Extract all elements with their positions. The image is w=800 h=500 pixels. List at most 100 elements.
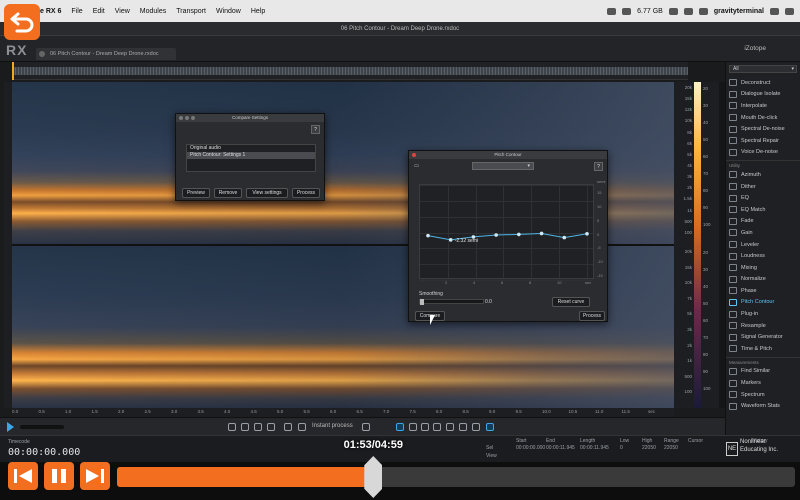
preview-button[interactable]: Preview — [182, 188, 210, 198]
pitch-curve-node[interactable] — [585, 231, 589, 236]
module-interpolate[interactable]: Interpolate — [726, 100, 800, 112]
menu-app-name[interactable]: e RX 6 — [40, 8, 61, 15]
module-find-similar[interactable]: Find Similar — [726, 366, 800, 378]
module-phase[interactable]: Phase — [726, 285, 800, 297]
module-plug-in[interactable]: Plug-in — [726, 308, 800, 320]
menu-view[interactable]: View — [115, 8, 130, 15]
time-frequency-selection-icon[interactable] — [421, 423, 429, 431]
frequency-selection-icon[interactable] — [409, 423, 417, 431]
menu-list-icon[interactable] — [785, 7, 794, 15]
module-voice-de-noise[interactable]: Voice De-noise — [726, 147, 800, 159]
module-signal-generator[interactable]: Signal Generator — [726, 331, 800, 343]
timecode-display[interactable]: 00:00:00.000 — [8, 447, 80, 458]
module-loudness[interactable]: Loudness — [726, 250, 800, 262]
module-filter-select[interactable]: All — [729, 65, 797, 73]
module-waveform-stats[interactable]: Waveform Stats — [726, 400, 800, 412]
menu-transport[interactable]: Transport — [176, 8, 206, 15]
horizontal-zoom-slider[interactable] — [20, 425, 64, 429]
play-icon[interactable] — [7, 422, 14, 432]
compare-help-button[interactable]: ? — [311, 125, 320, 134]
module-azimuth[interactable]: Azimuth — [726, 169, 800, 181]
module-markers[interactable]: Markers — [726, 377, 800, 389]
minimize-window-icon[interactable] — [185, 116, 189, 120]
magic-wand-icon[interactable] — [459, 423, 467, 431]
compare-item-original[interactable]: Original audio — [187, 145, 315, 152]
module-time-pitch[interactable]: Time & Pitch — [726, 343, 800, 355]
module-fade[interactable]: Fade — [726, 216, 800, 228]
instant-process-mode-icon[interactable] — [362, 423, 370, 431]
module-dialogue-isolate[interactable]: Dialogue Isolate — [726, 89, 800, 101]
time-ruler[interactable]: 0.0 0.5 1.0 1.5 2.0 2.5 3.0 3.5 4.0 4.5 5.0 5.5 6.0 6… — [12, 408, 674, 417]
module-resample[interactable]: Resample — [726, 320, 800, 332]
zoom-out-icon[interactable] — [241, 423, 249, 431]
module-dither[interactable]: Dither — [726, 181, 800, 193]
pitch-curve-node[interactable] — [448, 238, 453, 242]
menu-file[interactable]: File — [71, 8, 82, 15]
display-icon[interactable] — [622, 7, 632, 15]
menu-help[interactable]: Help — [251, 8, 265, 15]
wifi-icon[interactable] — [668, 7, 678, 15]
compare-process-button[interactable]: Process — [292, 188, 320, 198]
skip-forward-button[interactable] — [80, 462, 110, 490]
back-button[interactable] — [4, 4, 40, 40]
user-name[interactable]: gravityterminal — [714, 8, 764, 15]
pitch-curve-node[interactable] — [494, 233, 498, 237]
remove-button[interactable]: Remove — [214, 188, 242, 198]
compare-item-pitch-contour[interactable]: Pitch Contour: Settings 1 — [187, 152, 315, 159]
zoom-fit-icon[interactable] — [267, 423, 275, 431]
lasso-selection-icon[interactable] — [433, 423, 441, 431]
playhead-marker[interactable] — [12, 62, 14, 80]
battery-icon[interactable] — [698, 7, 708, 15]
module-spectrum[interactable]: Spectrum — [726, 389, 800, 401]
smoothing-slider-thumb[interactable] — [420, 299, 424, 305]
smoothing-slider[interactable] — [419, 299, 484, 305]
reset-curve-button[interactable]: Reset curve — [552, 297, 590, 307]
instant-process-toggle-icon[interactable] — [298, 423, 306, 431]
view-settings-button[interactable]: View settings — [246, 188, 288, 198]
module-pitch-contour[interactable]: Pitch Contour — [726, 297, 800, 309]
pitch-curve-node[interactable] — [562, 235, 567, 240]
waveform-overview[interactable] — [12, 62, 688, 80]
dropbox-icon[interactable] — [607, 7, 617, 15]
harmonic-selection-icon[interactable] — [472, 423, 480, 431]
module-eq[interactable]: EQ — [726, 192, 800, 204]
pitch-curve-node[interactable] — [517, 232, 521, 237]
close-window-icon[interactable] — [179, 116, 183, 120]
close-window-icon[interactable] — [412, 153, 416, 157]
pause-button[interactable] — [44, 462, 74, 490]
pitch-curve-node[interactable] — [539, 231, 544, 236]
brush-selection-icon[interactable] — [446, 423, 454, 431]
hand-tool-icon[interactable] — [284, 423, 292, 431]
folder-icon[interactable]: ▭ — [412, 162, 421, 171]
close-tab-icon[interactable] — [39, 51, 45, 57]
menu-modules[interactable]: Modules — [140, 8, 166, 15]
module-leveler[interactable]: Leveler — [726, 239, 800, 251]
module-spectral-repair[interactable]: Spectral Repair — [726, 135, 800, 147]
module-eq-match[interactable]: EQ Match — [726, 204, 800, 216]
module-mixing[interactable]: Mixing — [726, 262, 800, 274]
pitch-contour-titlebar[interactable]: Pitch Contour — [409, 151, 607, 159]
zoom-in-icon[interactable] — [228, 423, 236, 431]
skip-back-button[interactable] — [8, 462, 38, 490]
compare-settings-titlebar[interactable]: Compare Settings — [176, 114, 324, 122]
volume-icon[interactable] — [683, 7, 693, 15]
pitch-help-button[interactable]: ? — [594, 162, 603, 171]
module-spectral-de-noise[interactable]: Spectral De-noise — [726, 123, 800, 135]
pitch-contour-graph[interactable]: -2.32 semi — [419, 184, 594, 281]
pitch-process-button[interactable]: Process — [579, 311, 605, 321]
menu-edit[interactable]: Edit — [93, 8, 105, 15]
zoom-window-icon[interactable] — [191, 116, 195, 120]
checkmark-icon[interactable] — [486, 423, 494, 431]
module-deconstruct[interactable]: Deconstruct — [726, 77, 800, 89]
pitch-curve-node[interactable] — [426, 233, 430, 238]
menu-window[interactable]: Window — [216, 8, 241, 15]
zoom-selection-icon[interactable] — [254, 423, 262, 431]
smoothing-value[interactable]: 0.0 — [485, 299, 492, 305]
playback-progress-bar[interactable] — [117, 467, 795, 487]
module-normalize[interactable]: Normalize — [726, 274, 800, 286]
preset-dropdown[interactable]: ▾ — [472, 162, 534, 170]
module-gain[interactable]: Gain — [726, 227, 800, 239]
time-selection-icon[interactable] — [396, 423, 404, 431]
file-tab[interactable]: 06 Pitch Contour - Dream Deep Drone.rxdo… — [36, 48, 176, 60]
search-icon[interactable] — [770, 7, 779, 15]
